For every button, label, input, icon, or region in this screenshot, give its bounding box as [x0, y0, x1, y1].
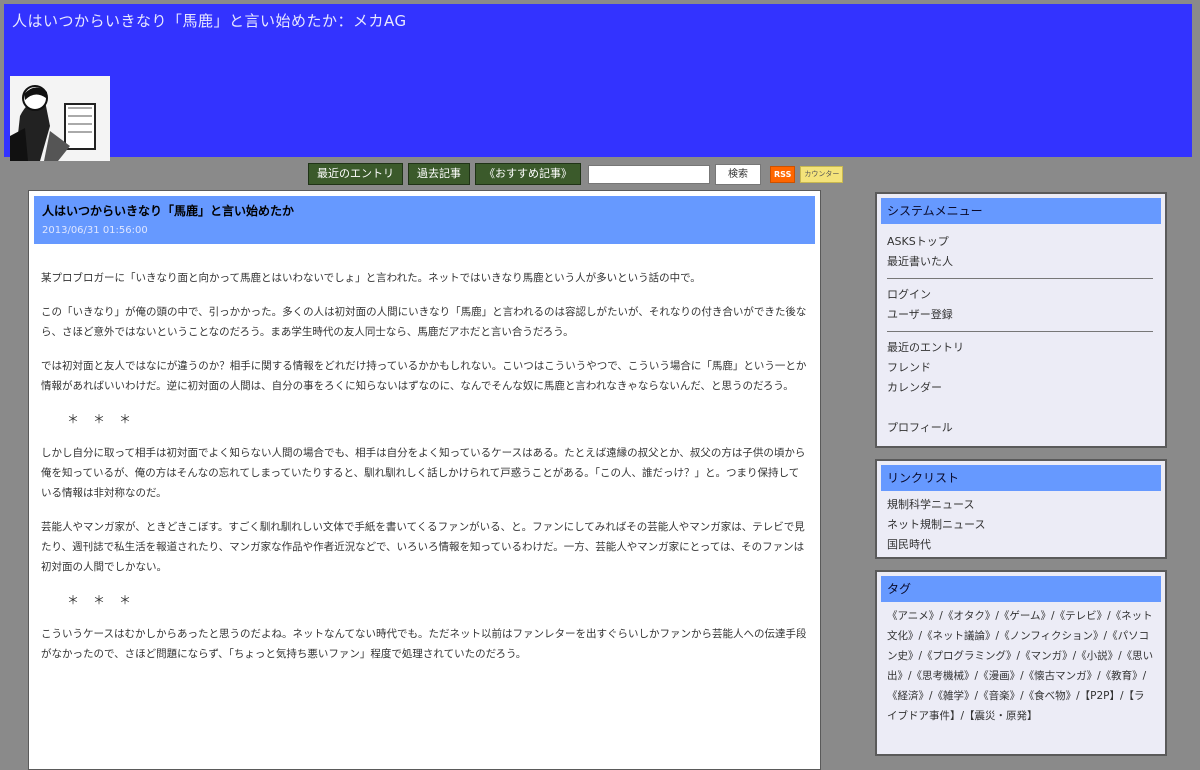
rss-badge[interactable]: RSS	[770, 165, 796, 183]
tag-list[interactable]: 《アニメ》/《オタク》/《ゲーム》/《テレビ》/《ネット文化》/《ネット議論》/…	[881, 602, 1161, 726]
section-separator: ＊＊＊	[67, 593, 146, 607]
post-header: 人はいつからいきなり「馬鹿」と言い始めたか 2013/06/31 01:56:0…	[34, 196, 815, 244]
nav-recent-entries[interactable]: 最近のエントリ	[308, 163, 403, 185]
menu-register[interactable]: ユーザー登録	[881, 305, 1161, 325]
link-list-title: リンクリスト	[881, 465, 1161, 491]
post-paragraph: 芸能人やマンガ家が、ときどきこぼす。すごく馴れ馴れしい文体で手紙を書いてくるファ…	[41, 521, 805, 573]
menu-login[interactable]: ログイン	[881, 285, 1161, 305]
post-body: 某プロブロガーに「いきなり面と向かって馬鹿とはいわないでしょ」と言われた。ネット…	[29, 244, 820, 664]
manga-avatar-icon	[10, 76, 110, 161]
post-paragraph: こういうケースはむかしからあったと思うのだよね。ネットなんてない時代でも。ただネ…	[41, 628, 807, 660]
system-menu-box: システムメニュー ASKSトップ 最近書いた人 ログイン ユーザー登録 最近のエ…	[875, 192, 1167, 448]
section-separator: ＊＊＊	[67, 412, 146, 426]
nav-bar: 最近のエントリ 過去記事 《おすすめ記事》 検索 RSS カウンター	[308, 163, 844, 185]
post-paragraph: では初対面と友人ではなにが違うのか？相手に関する情報をどれだけ持っているかかもし…	[41, 360, 807, 392]
search-input[interactable]	[588, 164, 710, 184]
tags-box: タグ 《アニメ》/《オタク》/《ゲーム》/《テレビ》/《ネット文化》/《ネット議…	[875, 570, 1167, 756]
search-button[interactable]: 検索	[715, 163, 761, 185]
link-item[interactable]: ネット規制ニュース	[881, 515, 1161, 535]
menu-recent-entries[interactable]: 最近のエントリ	[881, 338, 1161, 358]
menu-divider	[887, 278, 1153, 279]
site-title[interactable]: 人はいつからいきなり「馬鹿」と言い始めたか：メカAG	[12, 10, 407, 31]
menu-asks-top[interactable]: ASKSトップ	[881, 232, 1161, 252]
menu-profile[interactable]: プロフィール	[881, 418, 1161, 438]
menu-friends[interactable]: フレンド	[881, 358, 1161, 378]
tags-title: タグ	[881, 576, 1161, 602]
system-menu-title: システムメニュー	[881, 198, 1161, 224]
site-header: 人はいつからいきなり「馬鹿」と言い始めたか：メカAG	[4, 4, 1192, 161]
menu-divider	[887, 331, 1153, 332]
menu-calendar[interactable]: カレンダー	[881, 378, 1161, 398]
main-content: 人はいつからいきなり「馬鹿」と言い始めたか 2013/06/31 01:56:0…	[28, 190, 821, 770]
avatar	[10, 76, 110, 161]
post-paragraph: 某プロブロガーに「いきなり面と向かって馬鹿とはいわないでしょ」と言われた。ネット…	[41, 272, 701, 284]
post-paragraph: しかし自分に取って相手は初対面でよく知らない人間の場合でも、相手は自分をよく知っ…	[41, 447, 806, 499]
nav-recommended[interactable]: 《おすすめ記事》	[475, 163, 581, 185]
nav-archive[interactable]: 過去記事	[408, 163, 470, 185]
link-item[interactable]: 規制科学ニュース	[881, 495, 1161, 515]
link-list-box: リンクリスト 規制科学ニュース ネット規制ニュース 国民時代	[875, 459, 1167, 559]
post-title[interactable]: 人はいつからいきなり「馬鹿」と言い始めたか	[42, 202, 807, 219]
counter-badge[interactable]: カウンター	[800, 165, 844, 183]
post-paragraph: この「いきなり」が俺の頭の中で、引っかかった。多くの人は初対面の人間にいきなり「…	[41, 306, 807, 338]
post-date: 2013/06/31 01:56:00	[42, 225, 148, 236]
menu-recent-writers[interactable]: 最近書いた人	[881, 252, 1161, 272]
link-item[interactable]: 国民時代	[881, 535, 1161, 555]
